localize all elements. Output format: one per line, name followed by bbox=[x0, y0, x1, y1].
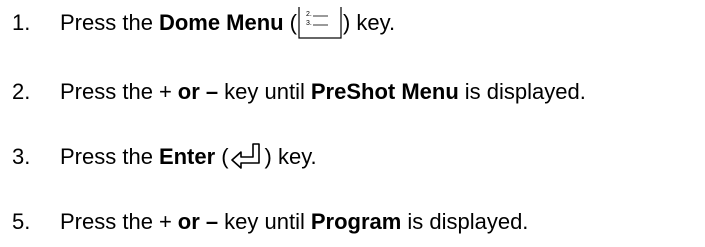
step-text-after: is displayed. bbox=[464, 79, 586, 104]
step-number: 2. bbox=[12, 79, 31, 104]
step-text-before: Press the bbox=[60, 209, 153, 234]
enter-key-icon bbox=[230, 142, 264, 172]
step-text: Press the + or – key until PreShot Menu … bbox=[60, 79, 586, 105]
step-text: Press the Enter ( ) key. bbox=[60, 142, 317, 172]
step-text: Press the + or – key until Program is di… bbox=[60, 209, 528, 235]
step-text-before: Press the bbox=[60, 144, 153, 169]
key-name: Dome Menu bbox=[158, 10, 284, 35]
step-number: 5. bbox=[12, 209, 31, 234]
or-minus-key: or – bbox=[177, 209, 219, 234]
step-text-before: Press the bbox=[60, 79, 153, 104]
plus-key: + bbox=[158, 79, 172, 104]
step-text-after: ) key. bbox=[342, 10, 396, 35]
or-minus-key: or – bbox=[177, 79, 219, 104]
open-paren: ( bbox=[221, 144, 229, 169]
step-number: 1. bbox=[12, 10, 31, 35]
plus-key: + bbox=[158, 209, 172, 234]
menu-name: PreShot Menu bbox=[310, 79, 459, 104]
step-text-middle: key until bbox=[224, 209, 305, 234]
icon-line-label: 3. bbox=[306, 20, 312, 27]
dome-menu-icon: 2. 3. bbox=[298, 7, 342, 39]
step-text-middle: key until bbox=[224, 79, 305, 104]
open-paren: ( bbox=[289, 10, 297, 35]
step-text: Press the Dome Menu ( 2. 3. ) key. bbox=[60, 7, 395, 39]
step-text-after: ) key. bbox=[264, 144, 317, 169]
icon-line-label: 2. bbox=[306, 11, 312, 18]
step-text-before: Press the bbox=[60, 10, 153, 35]
step-number: 3. bbox=[12, 144, 31, 169]
key-name: Enter bbox=[158, 144, 216, 169]
step-text-after: is displayed. bbox=[407, 209, 529, 234]
program-name: Program bbox=[310, 209, 402, 234]
